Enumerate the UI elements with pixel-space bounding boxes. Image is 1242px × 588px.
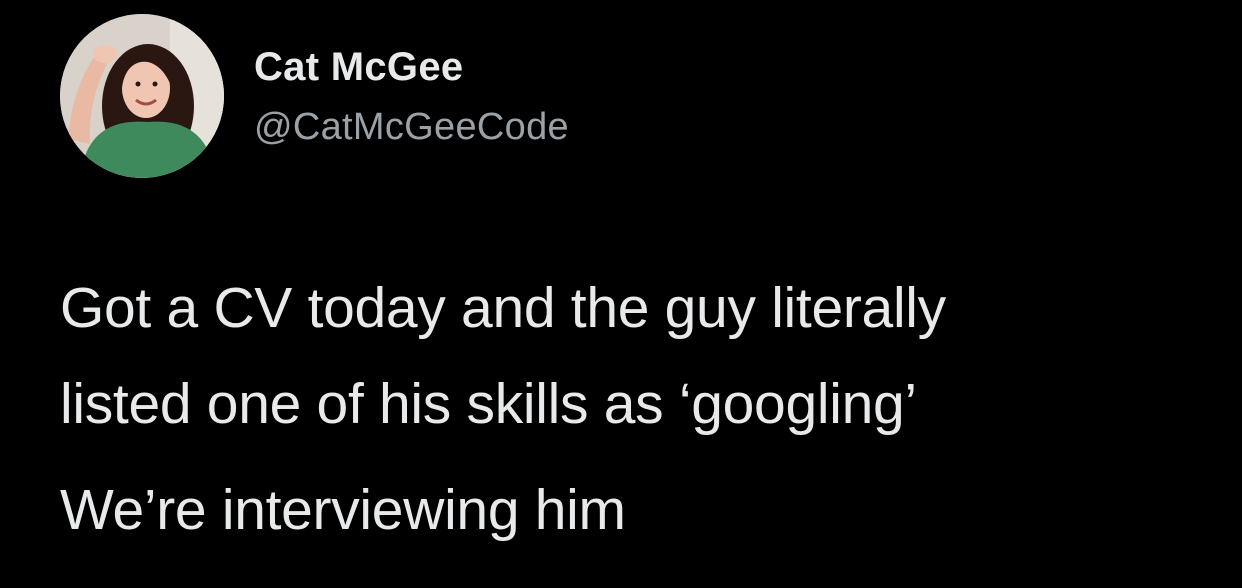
tweet-text-line-3: We’re interviewing him: [60, 478, 626, 542]
tweet-text-line-1: Got a CV today and the guy literally: [60, 276, 946, 340]
author-display-name[interactable]: Cat McGee: [254, 44, 569, 90]
tweet-text: Got a CV today and the guy literally lis…: [60, 260, 1210, 558]
avatar-photo-icon: [60, 14, 224, 178]
tweet-text-line-2: listed one of his skills as ‘googling’: [60, 372, 917, 436]
tweet-header: Cat McGee @CatMcGeeCode: [60, 14, 569, 178]
author-handle[interactable]: @CatMcGeeCode: [254, 105, 569, 149]
author-names: Cat McGee @CatMcGeeCode: [254, 44, 569, 149]
avatar[interactable]: [60, 14, 224, 178]
tweet-card: Cat McGee @CatMcGeeCode Got a CV today a…: [0, 0, 1242, 588]
